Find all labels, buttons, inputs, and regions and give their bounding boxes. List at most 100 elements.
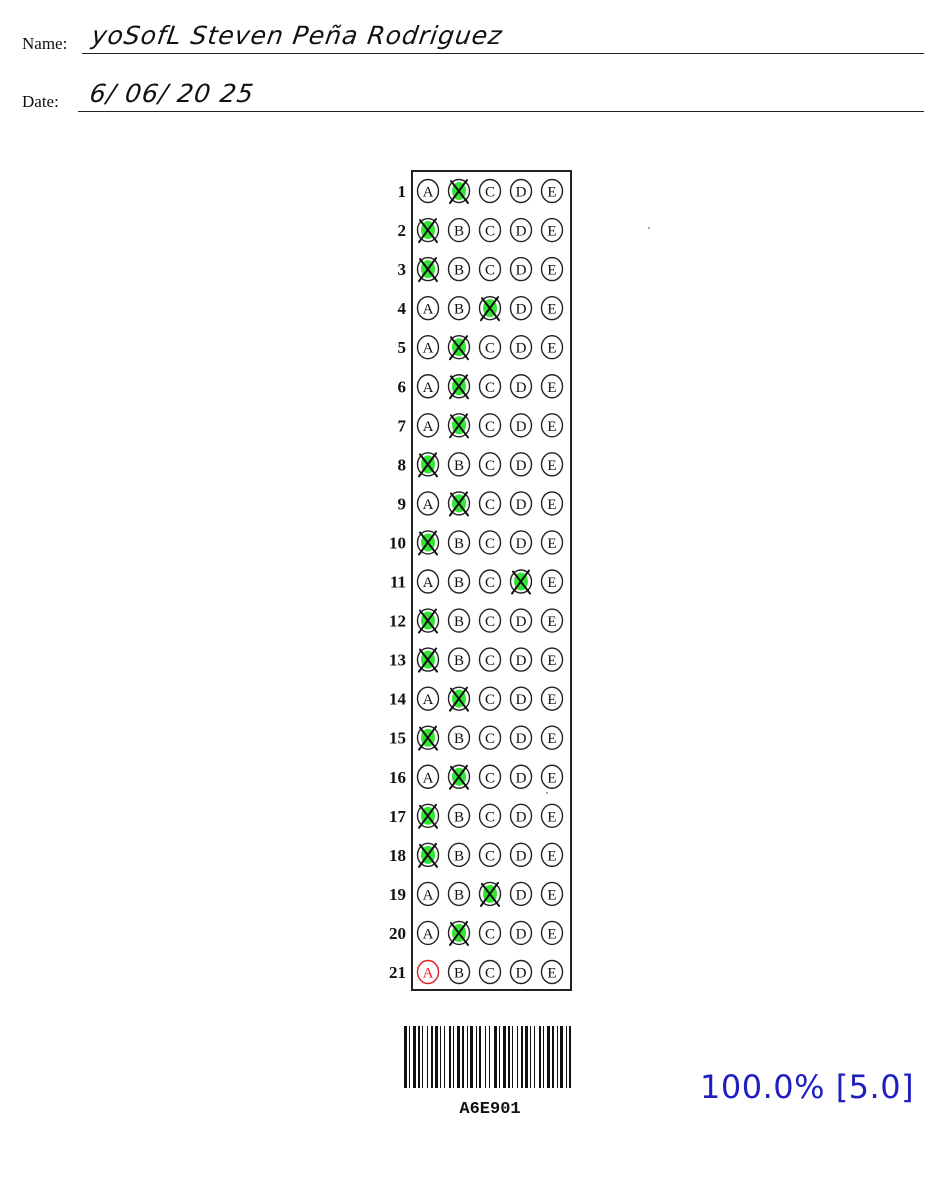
answer-bubble-b[interactable]: B bbox=[447, 881, 471, 907]
answer-bubble-c[interactable]: C bbox=[478, 256, 502, 282]
answer-bubble-b[interactable]: B bbox=[447, 491, 471, 517]
answer-bubble-b[interactable]: B bbox=[447, 608, 471, 633]
answer-bubble-a[interactable]: A bbox=[416, 764, 440, 789]
answer-bubble-c[interactable]: C bbox=[478, 608, 502, 633]
answer-bubble-a[interactable]: A bbox=[416, 295, 440, 321]
answer-bubble-a[interactable]: A bbox=[416, 920, 440, 946]
answer-bubble-a[interactable]: A bbox=[416, 569, 440, 594]
answer-bubble-c[interactable]: C bbox=[478, 374, 502, 399]
answer-bubble-a[interactable]: A bbox=[416, 647, 440, 673]
answer-bubble-d[interactable]: D bbox=[509, 920, 533, 946]
answer-bubble-e[interactable]: E bbox=[540, 920, 564, 946]
answer-bubble-d[interactable]: D bbox=[509, 335, 533, 360]
answer-bubble-d[interactable]: D bbox=[509, 295, 533, 321]
answer-bubble-c[interactable]: C bbox=[478, 569, 502, 594]
answer-bubble-e[interactable]: E bbox=[540, 295, 564, 321]
answer-bubble-b[interactable]: B bbox=[447, 569, 471, 594]
answer-bubble-e[interactable]: E bbox=[540, 335, 564, 360]
answer-bubble-d[interactable]: D bbox=[509, 217, 533, 243]
answer-bubble-c[interactable]: C bbox=[478, 842, 502, 868]
answer-bubble-c[interactable]: C bbox=[478, 725, 502, 750]
answer-bubble-b[interactable]: B bbox=[447, 530, 471, 555]
answer-bubble-d[interactable]: D bbox=[509, 842, 533, 868]
answer-bubble-c[interactable]: C bbox=[478, 803, 502, 828]
answer-bubble-e[interactable]: E bbox=[540, 178, 564, 204]
answer-bubble-d[interactable]: D bbox=[509, 686, 533, 711]
answer-bubble-c[interactable]: C bbox=[478, 959, 502, 985]
answer-bubble-d[interactable]: D bbox=[509, 647, 533, 672]
answer-bubble-e[interactable]: E bbox=[540, 881, 564, 907]
answer-bubble-d[interactable]: D bbox=[509, 569, 533, 595]
answer-bubble-b[interactable]: B bbox=[447, 725, 471, 750]
answer-bubble-c[interactable]: C bbox=[478, 530, 502, 555]
answer-bubble-a[interactable]: A bbox=[416, 881, 440, 907]
answer-bubble-e[interactable]: E bbox=[540, 569, 564, 594]
answer-bubble-a[interactable]: A bbox=[416, 452, 440, 478]
answer-bubble-e[interactable]: E bbox=[540, 608, 564, 633]
answer-bubble-b[interactable]: B bbox=[447, 842, 471, 868]
answer-bubble-a[interactable]: A bbox=[416, 686, 440, 711]
answer-bubble-b[interactable]: B bbox=[447, 413, 471, 439]
answer-bubble-d[interactable]: D bbox=[509, 178, 533, 204]
answer-bubble-c[interactable]: C bbox=[478, 920, 502, 946]
answer-bubble-d[interactable]: D bbox=[509, 803, 533, 828]
answer-bubble-c[interactable]: C bbox=[478, 647, 502, 672]
answer-bubble-e[interactable]: E bbox=[540, 374, 564, 399]
answer-bubble-b[interactable]: B bbox=[447, 764, 471, 790]
answer-bubble-a[interactable]: A bbox=[416, 842, 440, 868]
answer-bubble-e[interactable]: E bbox=[540, 803, 564, 828]
answer-bubble-c[interactable]: C bbox=[478, 295, 502, 322]
answer-bubble-a[interactable]: A bbox=[416, 335, 440, 360]
answer-bubble-d[interactable]: D bbox=[509, 959, 533, 985]
answer-bubble-d[interactable]: D bbox=[509, 881, 533, 907]
answer-bubble-b[interactable]: B bbox=[447, 920, 471, 946]
answer-bubble-a[interactable]: A bbox=[416, 530, 440, 556]
answer-bubble-c[interactable]: C bbox=[478, 491, 502, 516]
answer-bubble-c[interactable]: C bbox=[478, 452, 502, 477]
answer-bubble-d[interactable]: D bbox=[509, 764, 533, 789]
answer-bubble-a[interactable]: A bbox=[416, 959, 440, 985]
answer-bubble-e[interactable]: E bbox=[540, 686, 564, 711]
answer-bubble-a[interactable]: A bbox=[416, 491, 440, 516]
answer-bubble-b[interactable]: B bbox=[447, 335, 471, 361]
answer-bubble-c[interactable]: C bbox=[478, 881, 502, 907]
answer-bubble-a[interactable]: A bbox=[416, 374, 440, 399]
answer-bubble-c[interactable]: C bbox=[478, 217, 502, 243]
answer-bubble-a[interactable]: A bbox=[416, 725, 440, 751]
answer-bubble-e[interactable]: E bbox=[540, 217, 564, 243]
answer-bubble-d[interactable]: D bbox=[509, 452, 533, 477]
answer-bubble-c[interactable]: C bbox=[478, 686, 502, 711]
answer-bubble-d[interactable]: D bbox=[509, 374, 533, 399]
answer-bubble-e[interactable]: E bbox=[540, 256, 564, 282]
answer-bubble-a[interactable]: A bbox=[416, 256, 440, 283]
answer-bubble-d[interactable]: D bbox=[509, 413, 533, 438]
answer-bubble-b[interactable]: B bbox=[447, 959, 471, 985]
answer-bubble-c[interactable]: C bbox=[478, 413, 502, 438]
answer-bubble-b[interactable]: B bbox=[447, 374, 471, 400]
answer-bubble-c[interactable]: C bbox=[478, 335, 502, 360]
answer-bubble-b[interactable]: B bbox=[447, 686, 471, 712]
answer-bubble-e[interactable]: E bbox=[540, 764, 564, 789]
answer-bubble-b[interactable]: B bbox=[447, 295, 471, 321]
answer-bubble-b[interactable]: B bbox=[447, 256, 471, 282]
answer-bubble-a[interactable]: A bbox=[416, 803, 440, 829]
answer-bubble-e[interactable]: E bbox=[540, 959, 564, 985]
answer-bubble-b[interactable]: B bbox=[447, 803, 471, 828]
answer-bubble-d[interactable]: D bbox=[509, 530, 533, 555]
answer-bubble-e[interactable]: E bbox=[540, 413, 564, 438]
answer-bubble-b[interactable]: B bbox=[447, 217, 471, 243]
answer-bubble-e[interactable]: E bbox=[540, 530, 564, 555]
answer-bubble-c[interactable]: C bbox=[478, 764, 502, 789]
answer-bubble-b[interactable]: B bbox=[447, 647, 471, 672]
answer-bubble-a[interactable]: A bbox=[416, 178, 440, 204]
answer-bubble-e[interactable]: E bbox=[540, 842, 564, 868]
answer-bubble-d[interactable]: D bbox=[509, 608, 533, 633]
answer-bubble-a[interactable]: A bbox=[416, 217, 440, 244]
answer-bubble-e[interactable]: E bbox=[540, 491, 564, 516]
answer-bubble-d[interactable]: D bbox=[509, 256, 533, 282]
answer-bubble-d[interactable]: D bbox=[509, 725, 533, 750]
answer-bubble-a[interactable]: A bbox=[416, 413, 440, 438]
answer-bubble-b[interactable]: B bbox=[447, 178, 471, 204]
answer-bubble-b[interactable]: B bbox=[447, 452, 471, 477]
answer-bubble-e[interactable]: E bbox=[540, 647, 564, 672]
